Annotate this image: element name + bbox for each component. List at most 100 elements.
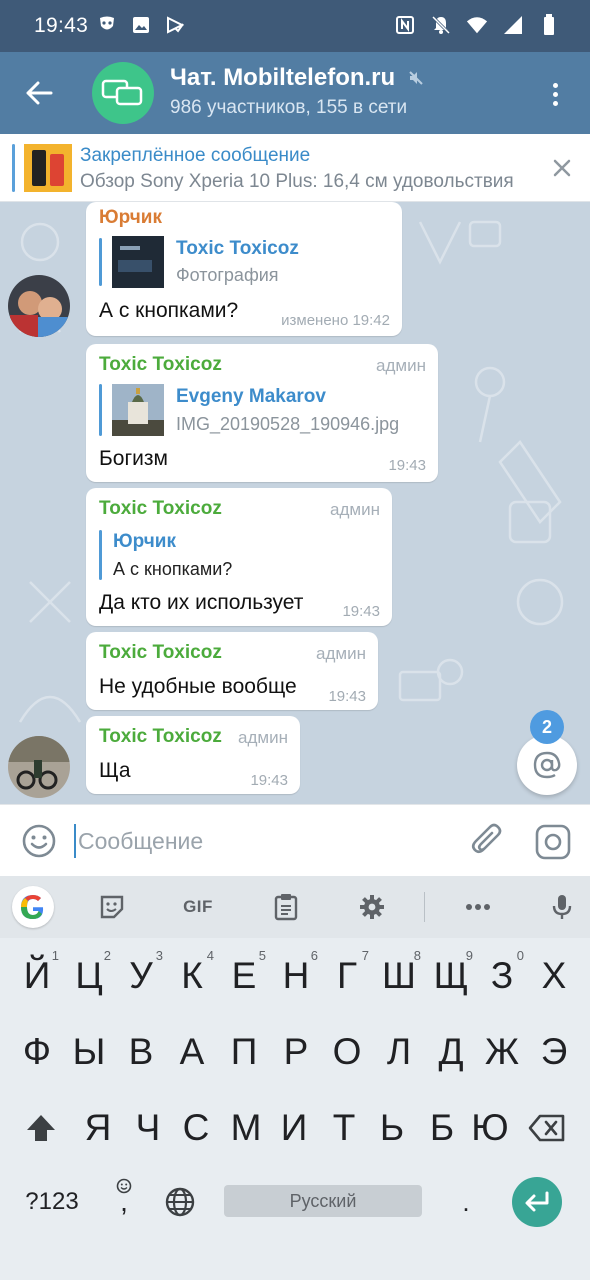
reply-thumbnail <box>112 384 164 436</box>
key[interactable]: С <box>170 1096 222 1160</box>
more-icon[interactable] <box>458 888 498 926</box>
key[interactable]: А <box>166 1020 218 1084</box>
key[interactable]: О <box>321 1020 373 1084</box>
enter-icon <box>525 1191 549 1212</box>
close-pinned-button[interactable] <box>548 154 576 182</box>
composer <box>0 804 590 876</box>
pinned-message[interactable]: Закреплённое сообщение Обзор Sony Xperia… <box>0 134 590 202</box>
sender-avatar[interactable] <box>8 736 70 798</box>
key[interactable]: Х <box>528 944 580 1008</box>
camera-icon <box>535 824 571 860</box>
play-check-icon <box>164 14 186 36</box>
message-time: 19:43 <box>342 603 380 620</box>
message-sender[interactable]: Toxic Toxicoz <box>99 498 222 520</box>
message-bubble[interactable]: Toxic Toxicoz админ Ща 19:43 <box>86 716 300 794</box>
key[interactable]: Ю <box>464 1096 516 1160</box>
message-sender[interactable]: Toxic Toxicoz <box>99 726 222 748</box>
back-button[interactable] <box>16 72 62 114</box>
reply-text: IMG_20190528_190946.jpg <box>176 414 400 434</box>
key[interactable]: Я <box>72 1096 124 1160</box>
key[interactable]: В <box>115 1020 167 1084</box>
more-menu-button[interactable] <box>538 76 572 112</box>
settings-icon[interactable] <box>352 888 392 926</box>
key[interactable]: Б <box>416 1096 468 1160</box>
shift-key[interactable] <box>15 1096 67 1160</box>
key[interactable]: Р <box>270 1020 322 1084</box>
key[interactable]: М <box>220 1096 272 1160</box>
sticker-icon[interactable] <box>92 888 132 926</box>
message-sender[interactable]: Toxic Toxicoz <box>99 354 222 376</box>
key[interactable]: Д <box>425 1020 477 1084</box>
chat-subtitle: 986 участников, 155 в сети <box>170 97 408 118</box>
image-icon <box>130 14 152 36</box>
status-bar: 19:43 <box>0 0 590 52</box>
message-bubble[interactable]: Toxic Toxicoz админ Юрчик А с кнопками? … <box>86 488 392 626</box>
language-key[interactable] <box>154 1170 206 1234</box>
comma-key[interactable]: , <box>98 1170 150 1234</box>
key[interactable]: Л <box>373 1020 425 1084</box>
key[interactable]: Т <box>318 1096 370 1160</box>
key[interactable]: П <box>218 1020 270 1084</box>
attach-button[interactable] <box>470 823 506 859</box>
key[interactable]: З0 <box>476 944 528 1008</box>
close-icon <box>553 159 571 177</box>
enter-key[interactable] <box>512 1177 562 1227</box>
period-key[interactable]: . <box>440 1170 492 1234</box>
key[interactable]: У3 <box>115 944 167 1008</box>
mic-icon[interactable] <box>542 888 582 926</box>
pinned-title: Закреплённое сообщение <box>80 145 311 166</box>
reply-text: А с кнопками? <box>113 559 233 579</box>
google-icon[interactable] <box>12 886 54 928</box>
key[interactable]: Ч <box>122 1096 174 1160</box>
key[interactable]: К4 <box>166 944 218 1008</box>
mentions-button[interactable] <box>517 735 577 795</box>
key[interactable]: Й1 <box>11 944 63 1008</box>
message-time: 19:43 <box>328 688 366 705</box>
key[interactable]: Е5 <box>218 944 270 1008</box>
space-key[interactable]: Русский <box>224 1185 422 1217</box>
arrow-left-icon <box>26 81 53 105</box>
key[interactable]: Г7 <box>321 944 373 1008</box>
backspace-key[interactable] <box>521 1096 573 1160</box>
message-text: Да кто их использует <box>99 591 304 614</box>
text-cursor <box>74 824 76 858</box>
message-bubble[interactable]: Юрчик Toxic Toxicoz Фотография А с кнопк… <box>86 202 402 336</box>
message-sender[interactable]: Юрчик <box>99 207 162 229</box>
mask-icon <box>96 14 118 36</box>
clipboard-icon[interactable] <box>266 888 306 926</box>
sender-avatar[interactable] <box>8 275 70 337</box>
gif-button[interactable]: GIF <box>178 888 218 926</box>
chat-title[interactable]: Чат. Mobiltelefon.ru <box>170 64 395 92</box>
key[interactable]: Ж <box>476 1020 528 1084</box>
message-input[interactable] <box>78 821 458 861</box>
key[interactable]: Ф <box>11 1020 63 1084</box>
chat-avatar[interactable] <box>92 62 154 124</box>
key[interactable]: Ь <box>366 1096 418 1160</box>
signal-icon <box>502 14 524 36</box>
reply-sender: Toxic Toxicoz <box>176 238 299 259</box>
key[interactable]: Ц2 <box>63 944 115 1008</box>
pinned-thumbnail <box>24 144 72 192</box>
message-text: А с кнопками? <box>99 299 239 322</box>
pinned-indicator <box>12 144 15 192</box>
key[interactable]: Ы <box>63 1020 115 1084</box>
key[interactable]: Э <box>528 1020 580 1084</box>
bell-off-icon <box>430 14 452 36</box>
chat-header: Чат. Mobiltelefon.ru 986 участников, 155… <box>0 52 590 134</box>
message-list[interactable]: Юрчик Toxic Toxicoz Фотография А с кнопк… <box>0 202 590 804</box>
key[interactable]: Щ9 <box>425 944 477 1008</box>
message-time: изменено 19:42 <box>281 312 390 329</box>
message-bubble[interactable]: Toxic Toxicoz админ Не удобные вообще 19… <box>86 632 378 710</box>
nfc-icon <box>394 14 416 36</box>
admin-badge: админ <box>316 644 366 663</box>
camera-button[interactable] <box>534 823 572 861</box>
symbols-key[interactable]: ?123 <box>20 1170 84 1234</box>
key[interactable]: И <box>268 1096 320 1160</box>
key[interactable]: Ш8 <box>373 944 425 1008</box>
emoji-button[interactable] <box>20 822 58 860</box>
message-sender[interactable]: Toxic Toxicoz <box>99 642 222 664</box>
emoji-hint-icon <box>116 1178 132 1194</box>
key[interactable]: Н6 <box>270 944 322 1008</box>
paperclip-icon <box>471 823 502 854</box>
message-bubble[interactable]: Toxic Toxicoz админ Evgeny Makarov IMG_2… <box>86 344 438 482</box>
